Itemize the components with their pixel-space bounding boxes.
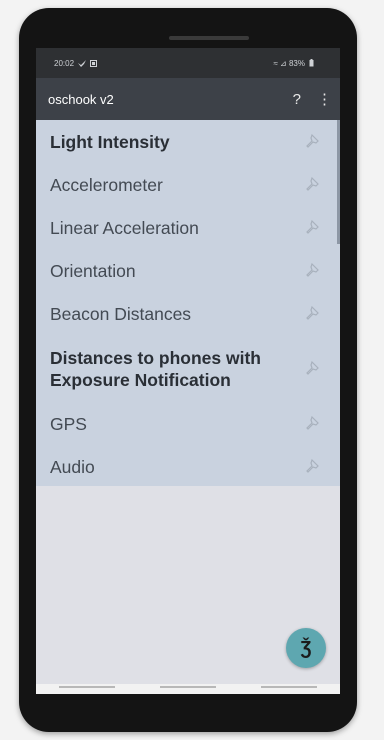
pin-icon <box>306 133 319 148</box>
hook-fab-button[interactable]: Ǯ <box>286 628 326 668</box>
sensor-item-gps[interactable]: GPS <box>36 412 340 436</box>
sensor-list: Light Intensity Accelerometer Linear Acc… <box>36 120 340 486</box>
sensor-item-label: Light Intensity <box>50 132 170 152</box>
overflow-menu-button[interactable]: ⋮ <box>317 90 332 108</box>
sensor-item-accelerometer[interactable]: Accelerometer <box>36 173 340 197</box>
sensor-item-label: Orientation <box>50 261 136 281</box>
sensor-item-exposure-notification[interactable]: Distances to phones with Exposure Notifi… <box>36 346 340 392</box>
sensor-item-label: Linear Acceleration <box>50 218 199 238</box>
nav-back-button[interactable] <box>261 686 318 688</box>
sensor-item-label: Audio <box>50 457 95 477</box>
pin-icon <box>306 219 319 234</box>
app-bar: oschook v2 ? ⋮ <box>36 78 340 120</box>
pin-icon <box>306 360 319 375</box>
status-right: ≈ ⊿ 83% <box>273 59 314 68</box>
sensor-item-light-intensity[interactable]: Light Intensity <box>36 130 340 154</box>
pin-icon <box>306 458 319 473</box>
hook-icon: Ǯ <box>300 637 312 658</box>
sensor-item-label: Accelerometer <box>50 175 163 195</box>
sensor-item-label: GPS <box>50 414 87 434</box>
phone-screen: 20:02 ≈ ⊿ 83% oschook v2 ? ⋮ Light Inten… <box>36 48 340 694</box>
app-title: oschook v2 <box>48 91 114 107</box>
pin-icon <box>306 305 319 320</box>
help-button[interactable]: ? <box>293 91 301 108</box>
sensor-item-linear-acceleration[interactable]: Linear Acceleration <box>36 216 340 240</box>
nav-home-button[interactable] <box>159 686 216 688</box>
pin-icon <box>306 415 319 430</box>
sensor-item-label: Beacon Distances <box>50 304 192 324</box>
nav-recents-button[interactable] <box>58 686 115 688</box>
navigation-bar <box>36 684 340 694</box>
status-bar: 20:02 ≈ ⊿ 83% <box>36 48 340 78</box>
signal-and-battery-text: ≈ ⊿ 83% <box>273 58 305 68</box>
status-time: 20:02 <box>54 58 75 68</box>
status-left: 20:02 <box>54 58 98 68</box>
sensor-item-audio[interactable]: Audio <box>36 455 340 479</box>
battery-icon <box>309 59 314 67</box>
list-scrollbar[interactable] <box>337 120 340 244</box>
sensor-item-orientation[interactable]: Orientation <box>36 259 340 283</box>
bird-icon <box>78 59 87 67</box>
pin-icon <box>306 262 319 277</box>
sensor-item-beacon-distances[interactable]: Beacon Distances <box>36 302 340 326</box>
phone-speaker <box>169 36 249 40</box>
sensor-item-label: Distances to phones with Exposure Notifi… <box>50 348 261 390</box>
pin-icon <box>306 176 319 191</box>
image-icon <box>90 59 98 67</box>
